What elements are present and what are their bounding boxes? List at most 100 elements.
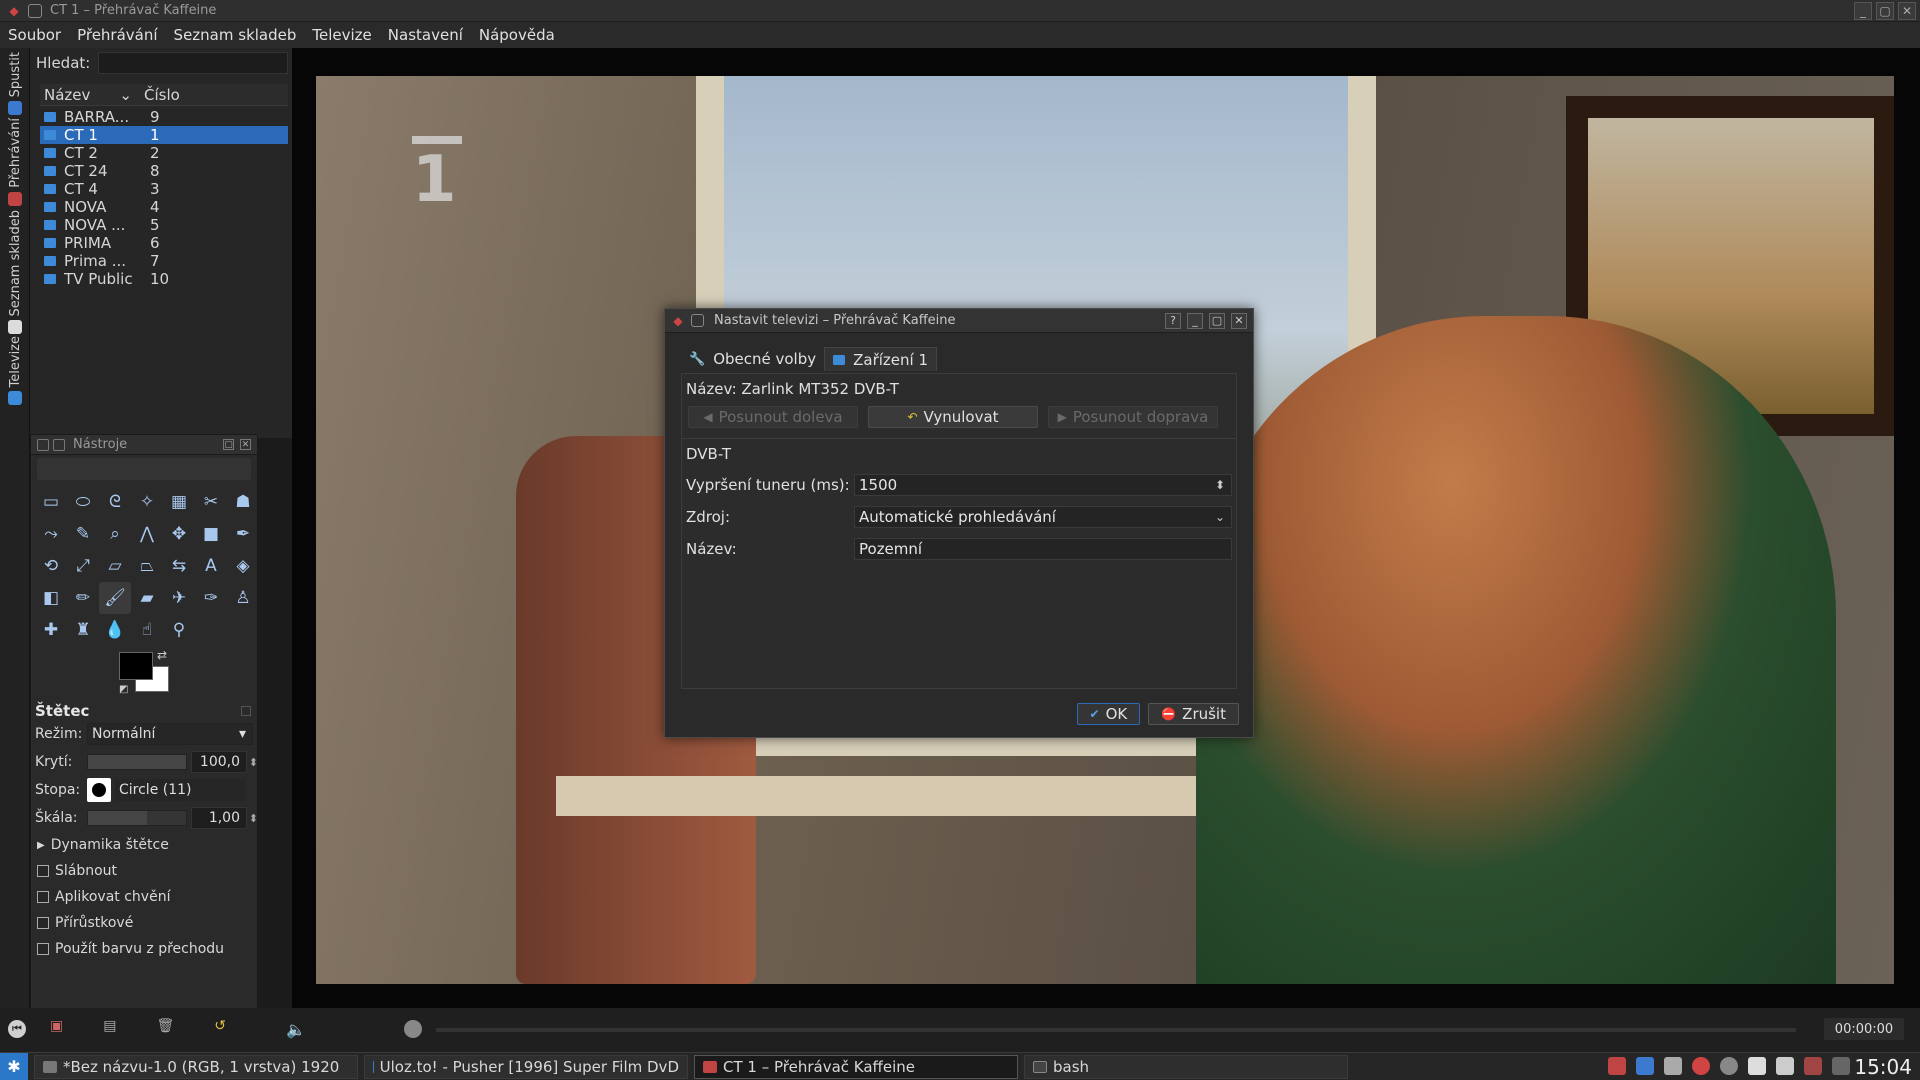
maximize-button[interactable]: ▢ — [1876, 2, 1894, 20]
tab-device-1[interactable]: Zařízení 1 — [824, 347, 938, 371]
menu-nastaveni[interactable]: Nastavení — [388, 26, 463, 44]
window-menu-icon[interactable] — [28, 3, 42, 18]
text-icon[interactable]: A — [195, 550, 227, 582]
reset-colors-icon[interactable]: ◩ — [119, 684, 128, 695]
channel-row[interactable]: CT 22 — [40, 144, 288, 162]
close-button[interactable]: ✕ — [1231, 312, 1247, 329]
fuzzy-select-icon[interactable]: ✧ — [131, 486, 163, 518]
reset-button[interactable]: ↶ Vynulovat — [868, 406, 1038, 428]
options-menu-icon[interactable] — [241, 706, 251, 716]
menu-soubor[interactable]: Soubor — [8, 26, 61, 44]
dodge-burn-icon[interactable]: ⚲ — [163, 614, 195, 646]
smudge-icon[interactable]: ☝ — [131, 614, 163, 646]
name-input[interactable]: Pozemní — [854, 538, 1232, 560]
pencil-icon[interactable]: ✏ — [67, 582, 99, 614]
panel-close-icon[interactable]: ✕ — [240, 439, 251, 450]
move-left-button[interactable]: ◀ Posunout doleva — [688, 406, 858, 428]
foreground-select-icon[interactable]: ☗ — [227, 486, 259, 518]
measure-icon[interactable]: ⋀ — [131, 518, 163, 550]
perspective-clone-icon[interactable]: ♜ — [67, 614, 99, 646]
mode-dropdown[interactable]: Normální ▾ — [87, 723, 253, 745]
tray-network-icon[interactable] — [1720, 1057, 1738, 1075]
tray-flag-icon[interactable] — [1608, 1057, 1626, 1075]
seek-bar[interactable] — [436, 1028, 1796, 1032]
clock[interactable]: 15:04 — [1854, 1055, 1912, 1079]
foreground-color-swatch[interactable] — [119, 652, 153, 680]
checkbox-incremental[interactable]: Přírůstkové — [31, 910, 257, 936]
channel-row[interactable]: CT 24 8 — [40, 162, 288, 180]
vtab-seznam-skladeb[interactable]: Seznam skladeb — [4, 210, 26, 335]
tab-general-options[interactable]: 🔧 Obecné volby — [681, 347, 824, 371]
ellipse-select-icon[interactable]: ⬭ — [67, 486, 99, 518]
channel-row[interactable]: BARRA... 9 — [40, 108, 288, 126]
checkbox-fade[interactable]: Slábnout — [31, 858, 257, 884]
tray-volume-icon[interactable] — [1664, 1057, 1682, 1075]
ok-button[interactable]: ✔ OK — [1076, 703, 1141, 725]
panel-eye-icon[interactable] — [37, 438, 49, 451]
channel-row[interactable]: NOVA ... 5 — [40, 216, 288, 234]
blend-icon[interactable]: ◧ — [35, 582, 67, 614]
panel-menu-icon[interactable] — [53, 438, 65, 451]
help-button[interactable]: ? — [1165, 312, 1181, 329]
task-kaffeine[interactable]: CT 1 – Přehrávač Kaffeine — [694, 1054, 1018, 1079]
move-right-button[interactable]: ▶ Posunout doprava — [1048, 406, 1218, 428]
source-dropdown[interactable]: Automatické prohledávání ⌄ — [854, 506, 1232, 528]
scale-spinbox[interactable]: 1,00 — [191, 807, 258, 829]
channel-row[interactable]: NOVA 4 — [40, 198, 288, 216]
brush-preview-icon[interactable] — [87, 778, 111, 802]
cancel-button[interactable]: ⛔ Zrušit — [1148, 703, 1239, 725]
search-input[interactable] — [98, 52, 288, 74]
tray-display-icon[interactable] — [1636, 1057, 1654, 1075]
column-header-number[interactable]: Číslo — [140, 86, 180, 104]
align-icon[interactable]: ■ — [195, 518, 227, 550]
minimize-button[interactable]: _ — [1854, 2, 1872, 20]
spin-arrows-icon[interactable]: ⬍ — [1215, 478, 1225, 492]
channel-row[interactable]: Prima ... 7 — [40, 252, 288, 270]
clone-icon[interactable]: ♙ — [227, 582, 259, 614]
opacity-slider[interactable] — [87, 754, 187, 770]
rect-select-icon[interactable]: ▭ — [35, 486, 67, 518]
tray-clipboard-icon[interactable] — [1748, 1057, 1766, 1075]
previous-icon[interactable]: ⏮ — [8, 1020, 26, 1038]
checkbox-jitter[interactable]: Aplikovat chvění — [31, 884, 257, 910]
vtab-spustit[interactable]: Spustit — [4, 52, 26, 116]
bucket-fill-icon[interactable]: ◈ — [227, 550, 259, 582]
scale-icon[interactable]: ⤢ — [67, 550, 99, 582]
heal-icon[interactable]: ✚ — [35, 614, 67, 646]
menu-prehravani[interactable]: Přehrávání — [77, 26, 157, 44]
menu-seznam-skladeb[interactable]: Seznam skladeb — [174, 26, 297, 44]
shear-icon[interactable]: ▱ — [99, 550, 131, 582]
swap-colors-icon[interactable]: ⇄ — [157, 648, 167, 662]
channel-row[interactable]: TV Public 10 — [40, 270, 288, 288]
scissors-select-icon[interactable]: ✂ — [195, 486, 227, 518]
color-select-icon[interactable]: ▦ — [163, 486, 195, 518]
scale-slider[interactable] — [87, 810, 187, 826]
zoom-icon[interactable]: ⌕ — [99, 518, 131, 550]
vtab-prehravani[interactable]: Přehrávání — [4, 118, 26, 206]
move-icon[interactable]: ✥ — [163, 518, 195, 550]
blur-icon[interactable]: 💧 — [99, 614, 131, 646]
close-button[interactable]: ✕ — [1898, 2, 1916, 20]
channel-row[interactable]: PRIMA 6 — [40, 234, 288, 252]
opacity-spinbox[interactable]: 100,0 — [191, 751, 258, 773]
column-header-name[interactable]: Název ⌄ — [40, 86, 140, 104]
airbrush-icon[interactable]: ✈ — [163, 582, 195, 614]
task-browser[interactable]: Uloz.to! - Pusher [1996] Super Film DvD — [364, 1054, 688, 1079]
channel-row-selected[interactable]: CT 11 — [40, 126, 288, 144]
color-picker-icon[interactable]: ✎ — [67, 518, 99, 550]
restore-options-icon[interactable]: ▤ — [103, 1018, 116, 1034]
panel-detach-icon[interactable]: ▢ — [223, 439, 234, 450]
delete-options-icon[interactable]: 🗑 — [156, 1018, 174, 1034]
window-menu-icon[interactable] — [691, 314, 704, 327]
perspective-icon[interactable]: ⏢ — [131, 550, 163, 582]
free-select-icon[interactable]: ᘓ — [99, 486, 131, 518]
timeout-spinbox[interactable]: 1500 ⬍ — [854, 474, 1232, 496]
rotate-icon[interactable]: ⟲ — [35, 550, 67, 582]
checkbox-gradient-color[interactable]: Použít barvu z přechodu — [31, 936, 257, 962]
tray-printer-icon[interactable] — [1776, 1057, 1794, 1075]
crop-icon[interactable]: ✒ — [227, 518, 259, 550]
kde-start-icon[interactable]: ✱ — [0, 1052, 28, 1080]
task-gimp[interactable]: *Bez názvu-1.0 (RGB, 1 vrstva) 1920 — [34, 1054, 358, 1079]
menu-televize[interactable]: Televize — [312, 26, 371, 44]
tray-info-icon[interactable] — [1832, 1057, 1850, 1075]
